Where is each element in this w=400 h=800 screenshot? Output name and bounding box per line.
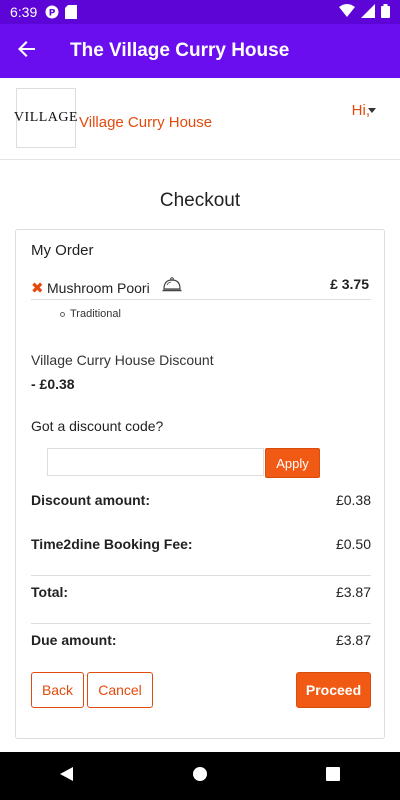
status-icons [339, 3, 390, 21]
proceed-button[interactable]: Proceed [296, 672, 371, 708]
discount-code-label: Got a discount code? [31, 418, 164, 434]
total-label: Total: [31, 584, 69, 600]
apply-button[interactable]: Apply [265, 448, 320, 478]
page-title: Checkout [159, 190, 241, 211]
logo-text: VILLAGE [13, 110, 79, 125]
triangle-back-icon [59, 766, 75, 787]
divider [31, 575, 371, 576]
remove-item-icon[interactable]: ✖ [31, 279, 44, 297]
order-item-option: Traditional [60, 308, 121, 320]
battery-icon [381, 3, 390, 21]
signal-icon [361, 3, 375, 21]
caret-down-icon[interactable] [368, 108, 376, 113]
app-bar: The Village Curry House [0, 24, 400, 78]
cloche-dish-icon [162, 276, 182, 294]
wifi-icon [339, 3, 355, 21]
nav-recents-button[interactable] [309, 752, 357, 800]
discount-code-input[interactable] [47, 448, 264, 476]
p-circle-icon: P [45, 5, 59, 19]
svg-text:P: P [49, 9, 56, 19]
order-item-option-label: Traditional [70, 308, 121, 320]
booking-fee-label: Time2dine Booking Fee: [31, 536, 193, 552]
divider [31, 623, 371, 624]
app-title: The Village Curry House [70, 40, 290, 61]
system-nav-bar [0, 752, 400, 800]
order-item-name: Mushroom Poori [47, 280, 150, 296]
due-amount-label: Due amount: [31, 632, 117, 648]
restaurant-header: VILLAGE Village Curry House Hi, [0, 78, 400, 160]
order-item-price: £ 3.75 [330, 276, 369, 292]
discount-amount-value: £0.38 [335, 492, 371, 508]
nav-back-button[interactable] [43, 752, 91, 800]
back-arrow-button[interactable] [0, 24, 54, 78]
my-order-title: My Order [31, 242, 94, 259]
restaurant-discount-value: - £0.38 [31, 376, 75, 392]
restaurant-discount-label: Village Curry House Discount [31, 352, 214, 368]
restaurant-name[interactable]: Village Curry House [79, 114, 212, 131]
status-time: 6:39 [10, 4, 38, 20]
checkout-card: My Order ✖ Mushroom Poori £ 3.75 Traditi… [15, 229, 385, 739]
restaurant-logo: VILLAGE [13, 88, 79, 148]
back-button[interactable]: Back [31, 672, 84, 708]
due-amount-value: £3.87 [335, 632, 371, 648]
sd-card-icon [65, 5, 79, 19]
bullet-icon [60, 311, 65, 317]
total-value: £3.87 [335, 584, 371, 600]
circle-home-icon [192, 766, 208, 787]
nav-home-button[interactable] [176, 752, 224, 800]
square-recents-icon [326, 766, 341, 786]
booking-fee-value: £0.50 [335, 536, 371, 552]
order-item-row: ✖ Mushroom Poori £ 3.75 [31, 276, 371, 300]
arrow-left-icon [18, 40, 36, 63]
status-bar: 6:39 P [0, 0, 400, 24]
cancel-button[interactable]: Cancel [87, 672, 153, 708]
discount-amount-label: Discount amount: [31, 492, 150, 508]
